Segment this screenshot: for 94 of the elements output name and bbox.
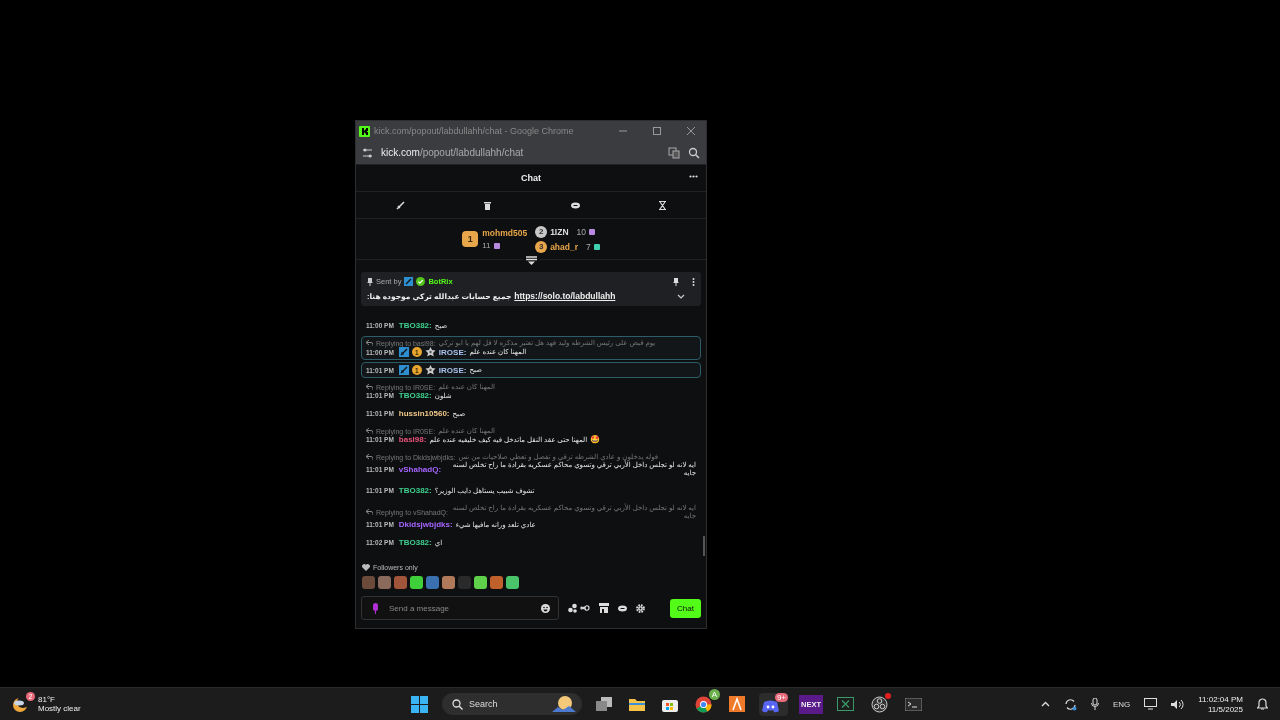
gift-count: 7 xyxy=(586,241,591,252)
username[interactable]: TBO382: xyxy=(398,486,432,495)
clock[interactable]: 11:02:04 PM 11/5/2025 xyxy=(1198,694,1243,714)
crest-badge-icon xyxy=(424,365,436,375)
moderator-badge-icon xyxy=(404,277,414,286)
chat-send-button[interactable]: Chat xyxy=(670,598,701,618)
gift-icon xyxy=(593,243,600,250)
username[interactable]: TBO382: xyxy=(398,321,432,330)
notification-badge: 9+ xyxy=(774,692,788,702)
username[interactable]: Dkidsjwbjdks: xyxy=(398,520,453,529)
sword-icon[interactable] xyxy=(395,200,405,210)
weather-moon-icon[interactable] xyxy=(12,695,30,713)
translate-icon[interactable] xyxy=(668,146,680,159)
speaker-icon[interactable] xyxy=(1171,698,1185,710)
reply-arrow-icon xyxy=(366,384,373,390)
language-indicator[interactable]: ENG xyxy=(1112,699,1131,709)
chat-bubble-icon[interactable] xyxy=(570,201,580,209)
emote-icon[interactable] xyxy=(442,576,455,589)
settings-icon[interactable] xyxy=(636,603,645,613)
gifter-name[interactable]: ahad_r xyxy=(550,241,578,252)
store-icon[interactable] xyxy=(599,603,609,613)
emote-icon[interactable] xyxy=(426,576,439,589)
rank-badge: 3 xyxy=(535,240,548,253)
network-monitor-icon[interactable] xyxy=(1144,698,1158,710)
chevron-down-icon[interactable] xyxy=(677,293,685,299)
username[interactable]: vShahadQ: xyxy=(398,464,442,474)
window-title: kick.com/popout/labdullahh/chat - Google Chrome xyxy=(374,126,575,136)
site-settings-icon[interactable] xyxy=(362,147,373,158)
chat-title: Chat xyxy=(521,173,541,183)
moderator-badge-icon xyxy=(398,347,409,357)
gifter-name[interactable]: 1IZN xyxy=(550,226,569,237)
emote-icon[interactable] xyxy=(378,576,391,589)
search-icon xyxy=(452,698,463,710)
temperature: 81°F xyxy=(38,695,56,704)
verified-icon xyxy=(416,277,426,286)
triangle-app-icon[interactable] xyxy=(726,693,748,715)
username[interactable]: IROSE: xyxy=(438,365,467,375)
points-icon[interactable] xyxy=(568,603,590,613)
pin-icon[interactable] xyxy=(673,277,679,286)
microphone-icon[interactable] xyxy=(372,602,379,614)
gifter-name[interactable]: mohmd505 xyxy=(482,228,528,238)
emote-icon[interactable] xyxy=(394,576,407,589)
sync-icon[interactable] xyxy=(1063,697,1077,711)
zoom-icon[interactable] xyxy=(688,146,700,159)
browser-app-icon[interactable] xyxy=(695,695,712,713)
microphone-icon[interactable] xyxy=(1090,698,1099,710)
status-dot-icon xyxy=(885,692,891,699)
message-input-field[interactable]: Send a message xyxy=(361,596,559,620)
emoji-icon[interactable] xyxy=(541,603,550,613)
profile-badge: A xyxy=(709,688,720,700)
maximize-icon[interactable] xyxy=(652,126,662,136)
message-input[interactable]: Send a message xyxy=(387,602,533,614)
close-icon[interactable] xyxy=(686,126,696,136)
rank-badge: 1 xyxy=(462,231,479,247)
x-box-app-icon[interactable] xyxy=(834,694,857,714)
site-logo-icon xyxy=(359,125,370,137)
emoji: 🤩 xyxy=(590,435,601,444)
username[interactable]: TBO382: xyxy=(398,391,432,400)
three-circles-app-icon[interactable] xyxy=(871,695,888,713)
gift-count: 11 xyxy=(482,241,491,250)
heart-icon xyxy=(362,564,370,571)
notification-bell-icon[interactable] xyxy=(1257,698,1268,710)
emote-icon[interactable] xyxy=(474,576,487,589)
more-options-icon[interactable] xyxy=(689,175,698,178)
chevron-up-icon[interactable] xyxy=(1040,701,1050,707)
reply-arrow-icon xyxy=(366,340,373,346)
reply-arrow-icon xyxy=(366,428,373,434)
reply-arrow-icon xyxy=(366,509,373,515)
moon-landscape-icon xyxy=(552,695,576,713)
kebab-menu-icon[interactable] xyxy=(692,277,695,286)
reply-arrow-icon xyxy=(366,454,373,460)
moderator-badge-icon xyxy=(398,365,409,375)
emote-icon[interactable] xyxy=(490,576,503,589)
weather-condition: Mostly clear xyxy=(38,704,81,713)
emote-icon[interactable] xyxy=(506,576,519,589)
emote-icon[interactable] xyxy=(410,576,423,589)
chat-bubble-icon[interactable] xyxy=(618,604,627,612)
url-text[interactable]: kick.com/popout/labdullahh/chat xyxy=(381,147,660,158)
pin-icon xyxy=(367,277,373,286)
crest-badge-icon xyxy=(424,347,436,357)
hourglass-icon[interactable] xyxy=(659,200,667,210)
username[interactable]: basl98: xyxy=(398,435,427,444)
username[interactable]: IROSE: xyxy=(438,347,467,357)
gift-icon xyxy=(493,242,500,249)
gift-count: 10 xyxy=(576,226,586,237)
gift-icon xyxy=(589,228,595,235)
taskbar-search-field[interactable]: Search xyxy=(442,693,582,715)
task-view-icon[interactable] xyxy=(593,694,615,714)
game-controller-face-icon[interactable] xyxy=(762,699,779,713)
username[interactable]: TBO382: xyxy=(398,538,432,547)
trash-icon[interactable] xyxy=(484,200,492,210)
rank-badge: 2 xyxy=(535,225,548,238)
username[interactable]: hussin10560: xyxy=(398,409,450,418)
pinned-link[interactable]: https://solo.to/labdullahh xyxy=(514,291,616,301)
